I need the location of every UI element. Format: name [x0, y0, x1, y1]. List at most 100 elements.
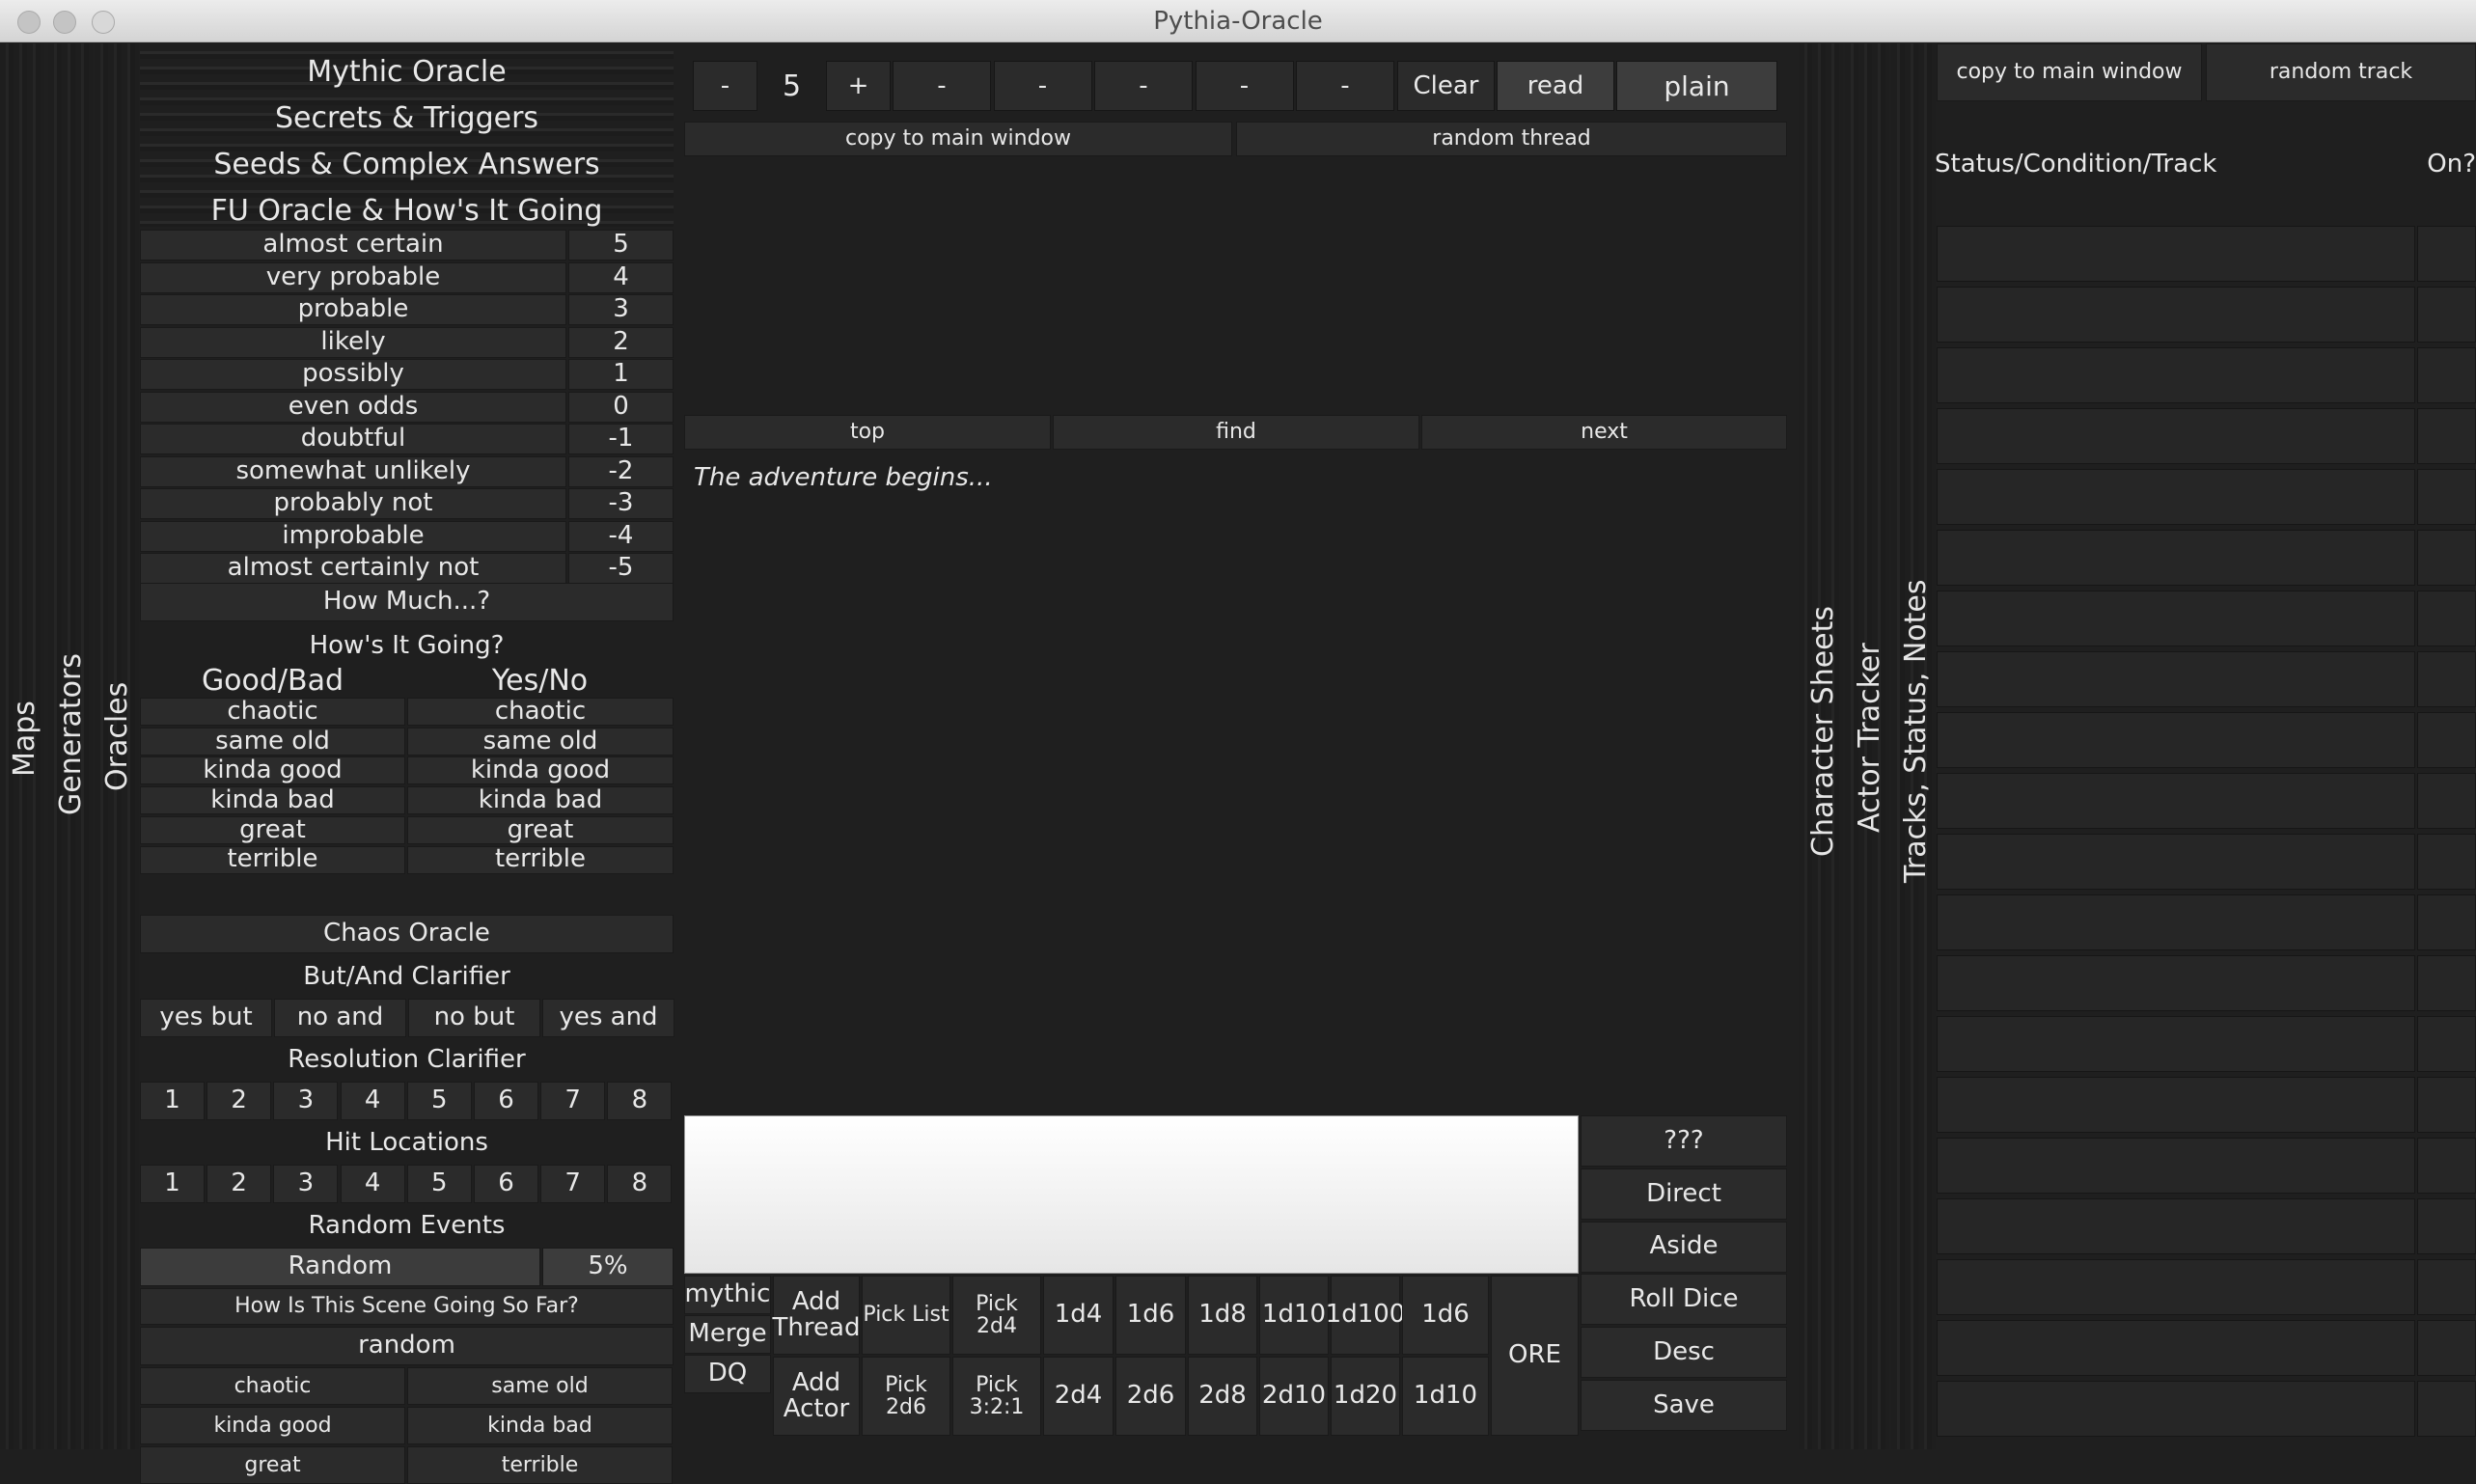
side-button-direct[interactable]: Direct [1581, 1168, 1787, 1220]
scene-going-button[interactable]: terrible [407, 1446, 673, 1484]
side-button-aside[interactable]: Aside [1581, 1221, 1787, 1273]
yes-no-item[interactable]: kinda good [407, 756, 674, 785]
resolution-number-button[interactable]: 8 [607, 1082, 673, 1120]
likelihood-label[interactable]: even odds [140, 391, 566, 423]
fu-oracle-tab[interactable]: FU Oracle & How's It Going [140, 188, 674, 233]
track-row-input[interactable] [1937, 1198, 2415, 1254]
mythic-button[interactable]: mythic [684, 1276, 771, 1314]
dice-2d4-button[interactable]: 2d4 [1043, 1357, 1114, 1436]
resolution-number-button[interactable]: 1 [140, 1082, 205, 1120]
resolution-number-button[interactable]: 3 [273, 1082, 339, 1120]
good-bad-item[interactable]: kinda good [140, 756, 405, 785]
track-row-input[interactable] [1937, 591, 2415, 646]
hit-location-button[interactable]: 1 [140, 1165, 205, 1203]
good-bad-item[interactable]: great [140, 815, 405, 844]
track-row-input[interactable] [1937, 773, 2415, 829]
track-row-input[interactable] [1937, 226, 2415, 282]
tab-character-sheets[interactable]: Character Sheets [1799, 43, 1843, 1449]
dice-1d10-button[interactable]: 1d10 [1402, 1357, 1489, 1436]
dice-1d8-button[interactable]: 1d8 [1188, 1276, 1257, 1355]
toolbar-dash-button[interactable]: - [993, 61, 1092, 111]
resolution-number-button[interactable]: 4 [340, 1082, 405, 1120]
resolution-number-button[interactable]: 6 [474, 1082, 538, 1120]
track-row-on-toggle[interactable] [2417, 226, 2476, 282]
good-bad-item[interactable]: same old [140, 727, 405, 756]
pick-list-button[interactable]: Pick List [862, 1276, 950, 1355]
yes-no-item[interactable]: terrible [407, 845, 674, 874]
thread-list[interactable] [684, 158, 1787, 413]
good-bad-item[interactable]: terrible [140, 845, 405, 874]
dice-1d4-button[interactable]: 1d4 [1043, 1276, 1114, 1355]
pick-2d6-button[interactable]: Pick 2d6 [862, 1357, 950, 1436]
track-row-input[interactable] [1937, 1138, 2415, 1194]
hit-location-button[interactable]: 4 [340, 1165, 405, 1203]
good-bad-item[interactable]: chaotic [140, 698, 405, 726]
track-row-on-toggle[interactable] [2417, 591, 2476, 646]
tab-oracles[interactable]: Oracles [95, 43, 139, 1449]
dice-1d6-button[interactable]: 1d6 [1115, 1276, 1186, 1355]
random-event-button[interactable]: Random [140, 1248, 540, 1286]
track-row-on-toggle[interactable] [2417, 469, 2476, 525]
track-row-input[interactable] [1937, 834, 2415, 890]
hit-location-button[interactable]: 6 [474, 1165, 538, 1203]
tab-maps[interactable]: Maps [0, 43, 44, 1449]
track-row-on-toggle[interactable] [2417, 347, 2476, 403]
track-row-on-toggle[interactable] [2417, 1381, 2476, 1437]
scene-going-button[interactable]: chaotic [140, 1367, 405, 1405]
dice-2d8-button[interactable]: 2d8 [1188, 1357, 1257, 1436]
hit-location-button[interactable]: 7 [540, 1165, 606, 1203]
pick-321-button[interactable]: Pick 3:2:1 [952, 1357, 1041, 1436]
ore-button[interactable]: ORE [1491, 1276, 1579, 1436]
dice-1d20-button[interactable]: 1d20 [1331, 1357, 1400, 1436]
track-row-input[interactable] [1937, 712, 2415, 768]
yes-no-item[interactable]: chaotic [407, 698, 674, 726]
likelihood-label[interactable]: almost certainly not [140, 553, 566, 584]
search-find-button[interactable]: find [1053, 415, 1419, 450]
track-row-on-toggle[interactable] [2417, 894, 2476, 950]
pick-2d4-button[interactable]: Pick 2d4 [952, 1276, 1041, 1355]
yes-no-item[interactable]: great [407, 815, 674, 844]
random-thread-button[interactable]: random thread [1236, 122, 1787, 156]
track-row-input[interactable] [1937, 1259, 2415, 1315]
track-row-on-toggle[interactable] [2417, 1016, 2476, 1072]
resolution-number-button[interactable]: 2 [206, 1082, 272, 1120]
scene-random-button[interactable]: random [140, 1327, 674, 1365]
mythic-oracle-tab[interactable]: Mythic Oracle [140, 49, 674, 94]
track-row-input[interactable] [1937, 894, 2415, 950]
track-row-input[interactable] [1937, 347, 2415, 403]
hit-location-button[interactable]: 2 [206, 1165, 272, 1203]
track-row-on-toggle[interactable] [2417, 955, 2476, 1011]
add-thread-button[interactable]: Add Thread [773, 1276, 860, 1355]
seeds-complex-answers-tab[interactable]: Seeds & Complex Answers [140, 142, 674, 186]
track-row-input[interactable] [1937, 1320, 2415, 1376]
good-bad-item[interactable]: kinda bad [140, 786, 405, 815]
toolbar-dash-button[interactable]: - [893, 61, 991, 111]
toolbar-dash-button[interactable]: - [1296, 61, 1394, 111]
tracks-copy-button[interactable]: copy to main window [1937, 43, 2202, 101]
track-row-input[interactable] [1937, 955, 2415, 1011]
side-button-save[interactable]: Save [1581, 1380, 1787, 1431]
yes-no-item[interactable]: kinda bad [407, 786, 674, 815]
copy-to-main-button[interactable]: copy to main window [684, 122, 1232, 156]
tab-tracks-status-notes[interactable]: Tracks, Status, Notes [1891, 43, 1936, 1449]
track-row-on-toggle[interactable] [2417, 1259, 2476, 1315]
likelihood-label[interactable]: very probable [140, 261, 566, 293]
scene-going-button[interactable]: great [140, 1446, 405, 1484]
random-event-percent[interactable]: 5% [542, 1248, 674, 1286]
merge-button[interactable]: Merge [684, 1315, 771, 1354]
track-row-on-toggle[interactable] [2417, 1138, 2476, 1194]
scene-going-button[interactable]: kinda bad [407, 1407, 673, 1444]
track-row-on-toggle[interactable] [2417, 408, 2476, 464]
likelihood-label[interactable]: probable [140, 294, 566, 325]
track-row-on-toggle[interactable] [2417, 1077, 2476, 1133]
toolbar-dash-button[interactable]: - [1195, 61, 1294, 111]
dice-1d100-button[interactable]: 1d100 [1326, 1276, 1405, 1355]
plain-button[interactable]: plain [1616, 61, 1777, 111]
hit-location-button[interactable]: 8 [607, 1165, 673, 1203]
but-and-button[interactable]: no and [274, 999, 406, 1037]
track-row-input[interactable] [1937, 287, 2415, 343]
likelihood-label[interactable]: somewhat unlikely [140, 455, 566, 487]
toolbar-dash-button[interactable]: - [1094, 61, 1193, 111]
random-track-button[interactable]: random track [2206, 43, 2476, 101]
likelihood-label[interactable]: likely [140, 326, 566, 358]
